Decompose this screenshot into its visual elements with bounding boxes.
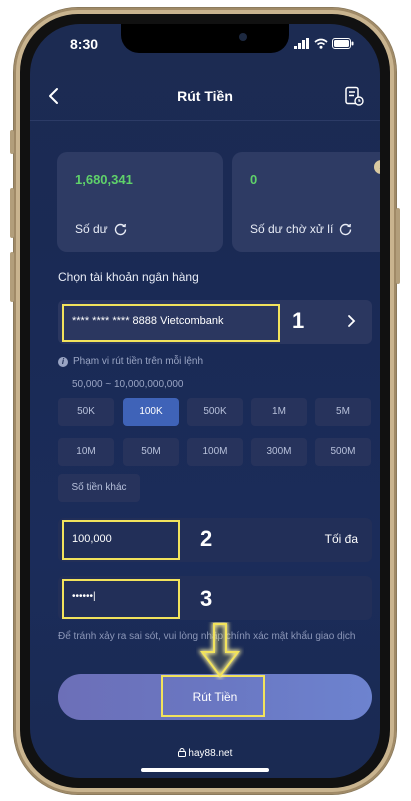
phone-frame: 8:30 Rút Tiền 1,680,341 Số dư 0 Số dư ch… — [10, 8, 400, 794]
amount-chip[interactable]: 1M — [251, 398, 307, 426]
bank-section-label: Chọn tài khoản ngân hàng — [58, 270, 199, 284]
limit-title: Phạm vi rút tiền trên mỗi lệnh — [73, 356, 204, 367]
highlight-box-password — [62, 579, 180, 619]
highlight-box-submit — [161, 675, 265, 717]
other-amount-button[interactable]: Số tiền khác — [58, 474, 140, 502]
signal-icon — [294, 38, 309, 49]
limit-title-row: i Phạm vi rút tiền trên mỗi lệnh — [58, 356, 203, 367]
refresh-icon[interactable] — [114, 223, 127, 236]
mute-switch — [10, 130, 14, 154]
volume-up-button — [10, 188, 14, 238]
pending-card: i 0 Số dư chờ xử lí — [232, 152, 380, 252]
max-amount-button[interactable]: Tối đa — [325, 532, 358, 546]
pending-label-row: Số dư chờ xử lí — [250, 222, 352, 236]
info-icon[interactable]: i — [374, 160, 380, 174]
amount-chip[interactable]: 500K — [187, 398, 243, 426]
status-time: 8:30 — [70, 36, 99, 52]
amount-chip[interactable]: 5M — [315, 398, 371, 426]
highlight-box-amount — [62, 520, 180, 560]
amount-chip[interactable]: 500M — [315, 438, 371, 466]
home-indicator — [141, 768, 269, 772]
refresh-icon[interactable] — [339, 223, 352, 236]
footer-domain: hay88.net — [30, 748, 380, 759]
volume-down-button — [10, 252, 14, 302]
info-icon: i — [58, 356, 68, 367]
amount-chip[interactable]: 300M — [251, 438, 307, 466]
header-divider — [30, 120, 380, 121]
highlight-box-bank — [62, 304, 280, 342]
amount-chip[interactable]: 50K — [58, 398, 114, 426]
chevron-right-icon — [348, 315, 356, 327]
app-screen: 8:30 Rút Tiền 1,680,341 Số dư 0 Số dư ch… — [30, 24, 380, 778]
history-icon[interactable] — [344, 86, 364, 106]
amount-chip[interactable]: 100M — [187, 438, 243, 466]
annotation-number-1: 1 — [292, 308, 305, 333]
amount-chip-selected[interactable]: 100K — [123, 398, 179, 426]
balance-card: 1,680,341 Số dư — [57, 152, 223, 252]
balance-label: Số dư — [75, 222, 108, 236]
down-arrow-icon — [198, 622, 242, 680]
power-button — [396, 208, 400, 284]
annotation-number-3: 3 — [200, 586, 213, 611]
lock-icon — [177, 748, 186, 757]
page-title: Rút Tiền — [177, 88, 233, 104]
limit-range: 50,000 ~ 10,000,000,000 — [72, 379, 184, 390]
app-header: Rút Tiền — [30, 76, 380, 116]
amount-chip[interactable]: 10M — [58, 438, 114, 466]
battery-icon — [332, 38, 354, 49]
pending-value: 0 — [250, 172, 258, 187]
wifi-icon — [314, 38, 328, 49]
footer-domain-text: hay88.net — [188, 748, 233, 759]
phone-bezel: 8:30 Rút Tiền 1,680,341 Số dư 0 Số dư ch… — [20, 14, 390, 788]
status-bar: 8:30 — [30, 36, 380, 56]
balance-label-row: Số dư — [75, 222, 127, 236]
balance-value: 1,680,341 — [75, 172, 133, 187]
status-icons — [294, 38, 354, 49]
pending-label: Số dư chờ xử lí — [250, 222, 334, 236]
amount-chip[interactable]: 50M — [123, 438, 179, 466]
annotation-number-2: 2 — [200, 526, 213, 551]
